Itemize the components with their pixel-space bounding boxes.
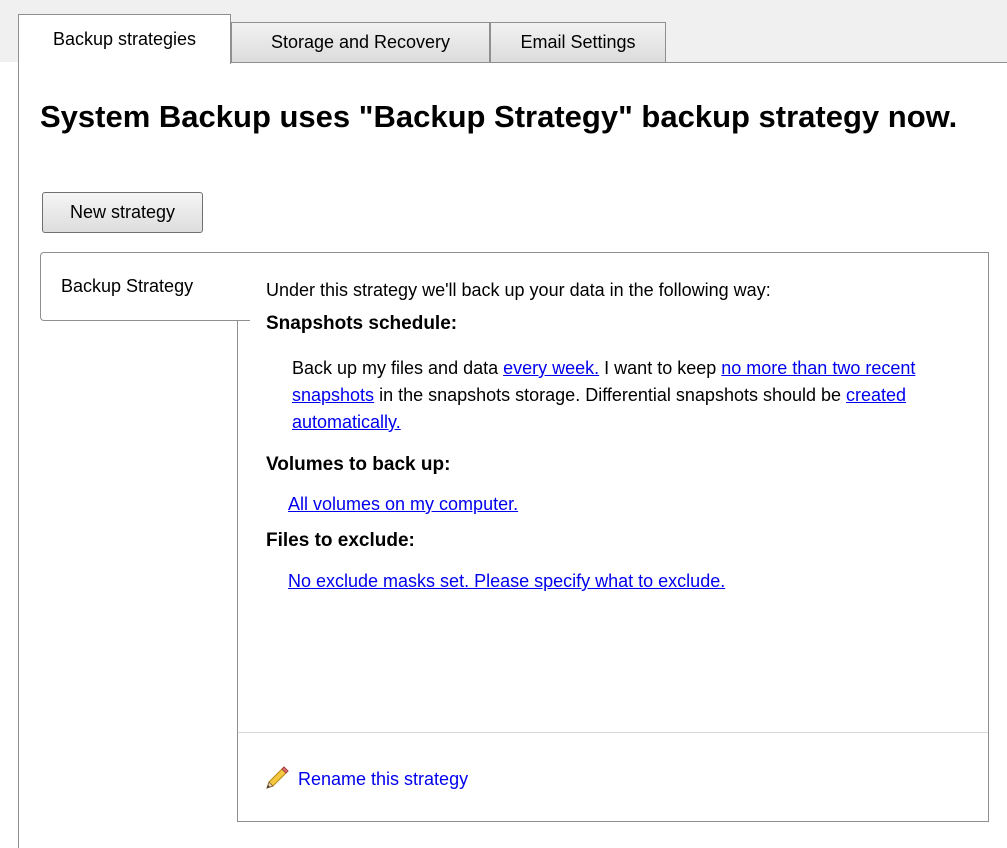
exclude-line: No exclude masks set. Please specify wha… — [288, 571, 725, 592]
snapshots-text-part2: I want to keep — [599, 358, 722, 378]
files-to-exclude-heading: Files to exclude: — [266, 530, 415, 551]
strategy-tab-backup-strategy[interactable]: Backup Strategy — [40, 252, 250, 321]
snapshots-text-part3: in the snapshots storage. Differential s… — [374, 385, 847, 405]
volumes-link[interactable]: All volumes on my computer. — [288, 494, 518, 514]
tab-email-settings[interactable]: Email Settings — [490, 22, 666, 62]
volumes-line: All volumes on my computer. — [288, 494, 518, 515]
pencil-icon — [262, 765, 290, 793]
new-strategy-button[interactable]: New strategy — [42, 192, 203, 233]
strategy-detail-panel: Under this strategy we'll back up your d… — [237, 252, 989, 822]
volumes-heading: Volumes to back up: — [266, 454, 451, 475]
snapshots-text-part1: Back up my files and data — [292, 358, 504, 378]
snapshots-schedule-text: Back up my files and data every week. I … — [292, 355, 982, 436]
detail-footer-divider — [238, 732, 988, 733]
page-title: System Backup uses "Backup Strategy" bac… — [40, 99, 958, 134]
strategy-intro-text: Under this strategy we'll back up your d… — [266, 280, 771, 300]
backup-frequency-link[interactable]: every week. — [503, 358, 599, 378]
exclude-masks-link[interactable]: No exclude masks set. Please specify wha… — [288, 571, 725, 591]
rename-strategy-link[interactable]: Rename this strategy — [298, 769, 468, 790]
rename-strategy[interactable]: Rename this strategy — [262, 765, 468, 793]
tab-storage-and-recovery[interactable]: Storage and Recovery — [231, 22, 490, 62]
snapshots-schedule-heading: Snapshots schedule: — [266, 313, 458, 334]
tab-backup-strategies[interactable]: Backup strategies — [18, 14, 231, 64]
